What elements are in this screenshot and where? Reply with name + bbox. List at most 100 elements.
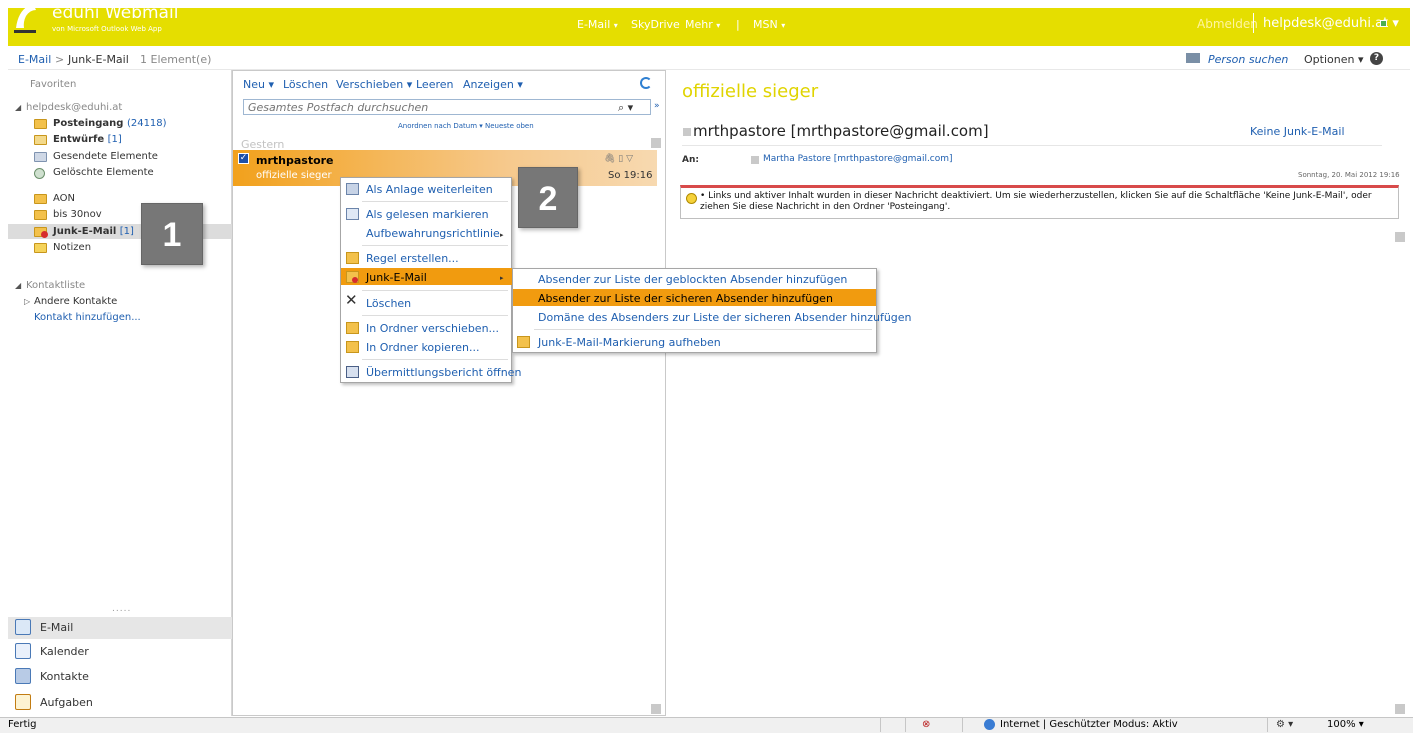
scroll-up-button[interactable] xyxy=(651,138,661,148)
folder-notes[interactable]: Notizen xyxy=(53,242,91,253)
expand-icon[interactable]: ▷ xyxy=(24,297,30,306)
menu-copy-to-folder[interactable]: In Ordner kopieren... xyxy=(366,341,479,354)
copy-folder-icon xyxy=(346,341,359,353)
scroll-down-button[interactable] xyxy=(1395,704,1405,714)
search-input[interactable] xyxy=(248,101,608,114)
zoom-level[interactable]: 100% ▾ xyxy=(1327,719,1364,730)
topnav-skydrive[interactable]: SkyDrive xyxy=(631,18,680,31)
move-button[interactable]: Verschieben ▾ xyxy=(336,78,412,91)
message-checkbox[interactable]: ✓ xyxy=(238,153,249,164)
topnav-more[interactable]: Mehr ▾ xyxy=(685,18,720,31)
collapse-icon[interactable]: ◢ xyxy=(15,281,21,290)
recipient-presence-icon xyxy=(751,156,759,164)
reading-subject: offizielle sieger xyxy=(682,81,819,102)
sort-options[interactable]: Anordnen nach Datum ▾ Neueste oben xyxy=(398,122,534,130)
address-book-icon[interactable] xyxy=(1186,53,1200,63)
submenu-safe-sender[interactable]: Absender zur Liste der sicheren Absender… xyxy=(538,292,833,305)
to-label: An: xyxy=(682,155,699,165)
menu-create-rule[interactable]: Regel erstellen... xyxy=(366,252,459,265)
submenu-arrow-icon: ▸ xyxy=(500,231,504,239)
contacts-list-header[interactable]: Kontaktliste xyxy=(26,280,85,291)
submenu-safe-domain[interactable]: Domäne des Absenders zur Liste der siche… xyxy=(538,311,912,324)
scroll-down-button[interactable] xyxy=(651,704,661,714)
menu-junk-email[interactable]: Junk-E-Mail xyxy=(366,271,427,284)
logout-link[interactable]: Abmelden xyxy=(1197,17,1258,31)
status-divider xyxy=(1267,718,1268,732)
menu-delivery-report[interactable]: Übermittlungsbericht öffnen xyxy=(366,366,521,379)
sent-items-icon xyxy=(34,152,47,162)
message-time: So 19:16 xyxy=(608,170,653,181)
forward-attachment-icon xyxy=(346,183,359,195)
delivery-report-icon xyxy=(346,366,359,378)
menu-divider xyxy=(362,201,508,202)
mark-read-icon xyxy=(346,208,359,220)
recipient-link[interactable]: Martha Pastore [mrthpastore@gmail.com] xyxy=(763,154,953,164)
menu-divider xyxy=(362,359,508,360)
drafts-icon xyxy=(34,135,47,145)
collapse-icon[interactable]: ◢ xyxy=(15,103,21,112)
not-junk-link[interactable]: Keine Junk-E-Mail xyxy=(1250,125,1345,138)
step-badge-2: 2 xyxy=(518,167,578,228)
tasks-icon xyxy=(15,694,31,710)
nav-module-calendar[interactable]: Kalender xyxy=(40,645,89,658)
account-root[interactable]: helpdesk@eduhi.at xyxy=(26,102,122,113)
scroll-up-button[interactable] xyxy=(1395,232,1405,242)
chevron-double-down-icon[interactable]: » xyxy=(654,101,660,111)
menu-forward-as-attachment[interactable]: Als Anlage weiterleiten xyxy=(366,183,493,196)
contacts-icon xyxy=(15,668,31,684)
folder-aon[interactable]: AON xyxy=(53,193,75,204)
move-folder-icon xyxy=(346,322,359,334)
folder-junk[interactable]: Junk-E-Mail [1] xyxy=(53,226,134,237)
view-button[interactable]: Anzeigen ▾ xyxy=(463,78,523,91)
other-contacts[interactable]: Andere Kontakte xyxy=(34,296,117,307)
submenu-block-sender[interactable]: Absender zur Liste der geblockten Absend… xyxy=(538,273,847,286)
menu-divider xyxy=(362,290,508,291)
menu-delete[interactable]: Löschen xyxy=(366,297,411,310)
header-divider xyxy=(682,145,1382,146)
security-zone-text[interactable]: Internet | Geschützter Modus: Aktiv xyxy=(1000,719,1178,730)
menu-move-to-folder[interactable]: In Ordner verschieben... xyxy=(366,322,499,335)
privacy-icon[interactable]: ⊗ xyxy=(922,719,930,730)
favorites-header[interactable]: Favoriten xyxy=(30,79,76,90)
help-icon[interactable]: ? xyxy=(1370,52,1383,65)
user-account-menu[interactable]: helpdesk@eduhi.at ▾ xyxy=(1263,16,1399,31)
nav-resize-grip[interactable]: ..... xyxy=(112,604,131,614)
status-text: Fertig xyxy=(8,719,37,730)
options-menu[interactable]: Optionen ▾ xyxy=(1304,53,1363,66)
folder-drafts[interactable]: Entwürfe [1] xyxy=(53,134,122,145)
topnav-msn[interactable]: MSN ▾ xyxy=(753,18,785,31)
mailbox-search-box[interactable] xyxy=(243,99,651,115)
submenu-not-junk[interactable]: Junk-E-Mail-Markierung aufheben xyxy=(538,336,721,349)
reading-sender[interactable]: mrthpastore [mrthpastore@gmail.com] xyxy=(693,122,989,140)
folder-bis-30nov[interactable]: bis 30nov xyxy=(53,209,102,220)
topnav-email[interactable]: E-Mail ▾ xyxy=(577,18,618,31)
folder-inbox[interactable]: Posteingang (24118) xyxy=(53,118,167,129)
new-button[interactable]: Neu ▾ xyxy=(243,78,274,91)
junk-warning-text: • Links und aktiver Inhalt wurden in die… xyxy=(700,191,1372,212)
breadcrumb-mail-link[interactable]: E-Mail xyxy=(18,53,51,66)
search-icon[interactable]: ⌕ ▾ xyxy=(618,101,633,115)
menu-divider xyxy=(362,315,508,316)
person-search-link[interactable]: Person suchen xyxy=(1208,53,1288,66)
step-badge-1: 1 xyxy=(141,203,203,265)
empty-folder-button[interactable]: Leeren xyxy=(416,78,454,91)
inbox-icon xyxy=(34,119,47,129)
folder-deleted[interactable]: Gelöschte Elemente xyxy=(53,167,154,178)
shield-warning-icon xyxy=(686,193,697,204)
nav-module-contacts[interactable]: Kontakte xyxy=(40,670,89,683)
nav-module-mail[interactable]: E-Mail xyxy=(40,621,73,634)
refresh-icon[interactable] xyxy=(640,77,652,89)
menu-mark-as-read[interactable]: Als gelesen markieren xyxy=(366,208,489,221)
menu-retention-policy[interactable]: Aufbewahrungsrichtlinie xyxy=(366,227,500,240)
delete-button[interactable]: Löschen xyxy=(283,78,328,91)
nav-module-tasks[interactable]: Aufgaben xyxy=(40,696,93,709)
sender-presence-icon xyxy=(683,128,691,136)
delete-x-icon: ✕ xyxy=(345,291,358,309)
topnav-separator: | xyxy=(736,18,740,31)
folder-icon xyxy=(34,210,47,220)
attachment-flag-icons[interactable]: 🖇 ▯ ▽ xyxy=(604,154,633,164)
protected-mode-icon[interactable]: ⚙ ▾ xyxy=(1276,719,1293,730)
folder-sent[interactable]: Gesendete Elemente xyxy=(53,151,158,162)
add-contact-link[interactable]: Kontakt hinzufügen... xyxy=(34,312,141,323)
browser-status-bar xyxy=(0,717,1413,733)
